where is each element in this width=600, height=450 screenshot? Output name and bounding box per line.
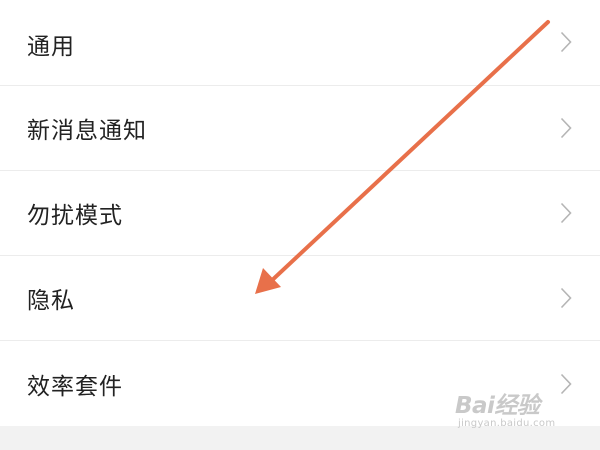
chevron-right-icon xyxy=(560,31,572,53)
baidu-jingyan-watermark: Bai经验 jingyan.baidu.com xyxy=(455,386,595,436)
settings-item-do-not-disturb[interactable]: 勿扰模式 xyxy=(0,171,600,256)
settings-list: 通用 新消息通知 勿扰模式 隐私 效率套件 xyxy=(0,0,600,426)
settings-item-label: 勿扰模式 xyxy=(27,203,123,229)
chevron-right-icon xyxy=(560,117,572,139)
settings-item-label: 新消息通知 xyxy=(27,118,147,144)
chevron-right-icon xyxy=(560,202,572,224)
settings-item-privacy[interactable]: 隐私 xyxy=(0,256,600,341)
settings-item-label: 隐私 xyxy=(27,288,75,314)
watermark-logo-text: Bai经验 xyxy=(455,393,540,419)
settings-item-general[interactable]: 通用 xyxy=(0,0,600,86)
watermark-url: jingyan.baidu.com xyxy=(458,418,556,429)
settings-item-label: 通用 xyxy=(27,34,75,60)
settings-item-new-message-notification[interactable]: 新消息通知 xyxy=(0,86,600,171)
chevron-right-icon xyxy=(560,287,572,309)
settings-item-label: 效率套件 xyxy=(27,373,123,400)
